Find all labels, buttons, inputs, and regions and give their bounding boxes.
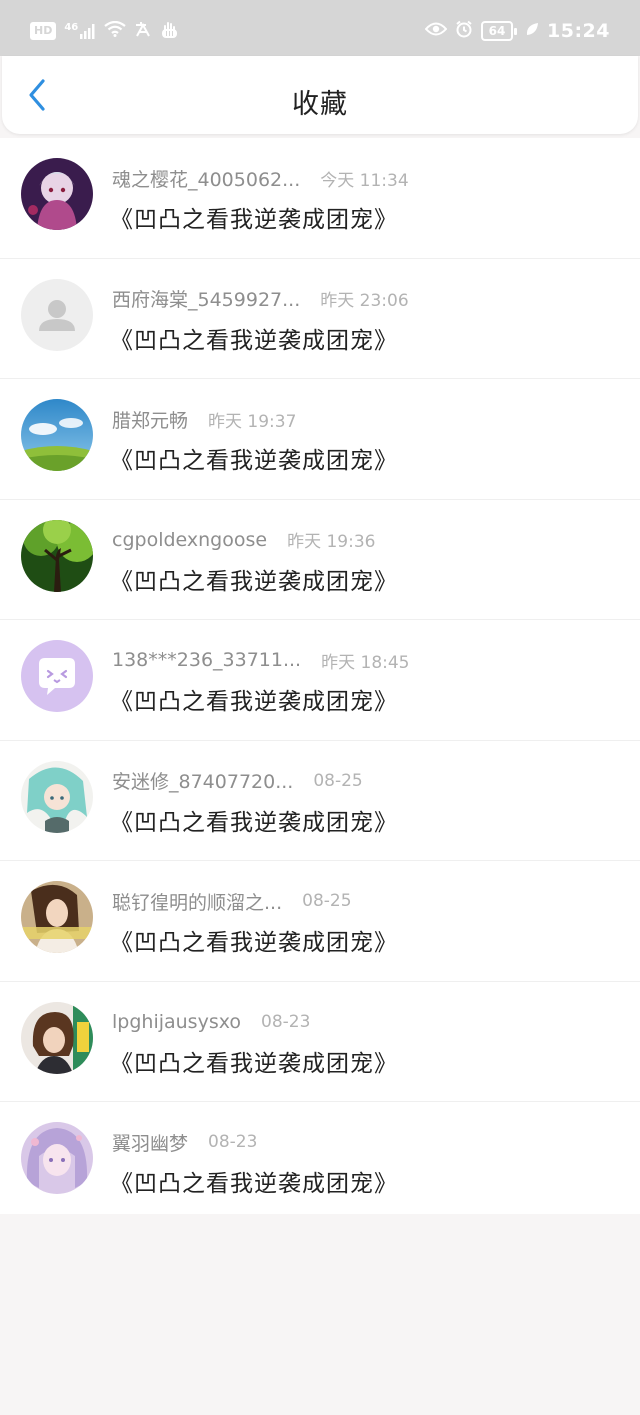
timestamp: 昨天 23:06	[320, 291, 409, 311]
avatar[interactable]	[21, 278, 93, 351]
avatar[interactable]	[21, 1122, 93, 1194]
list-item[interactable]: lpghijausysxo 08-23 《凹凸之看我逆袭成团宠》	[0, 982, 640, 1102]
leaf-icon	[525, 21, 539, 41]
avatar[interactable]	[21, 1001, 93, 1074]
username[interactable]: lpghijausysxo	[112, 1011, 241, 1033]
username[interactable]: 聪钌徨明的顺溜之...	[112, 888, 282, 915]
status-right-icons: 64 15:24	[424, 20, 610, 42]
timestamp: 今天 11:34	[320, 170, 409, 191]
book-title[interactable]: 《凹凸之看我逆袭成团宠》	[110, 562, 398, 596]
clock: 15:24	[547, 20, 610, 42]
page-title: 收藏	[292, 89, 348, 120]
list-item[interactable]: cgpoldexngoose 昨天 19:36 《凹凸之看我逆袭成团宠》	[0, 500, 640, 620]
timestamp: 08-25	[313, 770, 363, 791]
timestamp: 昨天 18:45	[321, 652, 410, 673]
battery-icon: 64	[481, 21, 518, 41]
book-title[interactable]: 《凹凸之看我逆袭成团宠》	[110, 1044, 398, 1078]
avatar[interactable]	[21, 399, 93, 471]
username[interactable]: 腊郑元畅	[112, 406, 188, 433]
username[interactable]: 西府海棠_5459927...	[112, 285, 300, 312]
status-bar: HD 46 64 15:24	[0, 0, 640, 56]
timestamp: 08-25	[302, 891, 352, 911]
eye-icon	[424, 21, 448, 41]
book-title[interactable]: 《凹凸之看我逆袭成团宠》	[110, 441, 398, 475]
header-bar: 收藏	[2, 56, 638, 134]
username[interactable]: 安迷修_87407720...	[112, 767, 293, 794]
book-title[interactable]: 《凹凸之看我逆袭成团宠》	[110, 1164, 398, 1198]
list-item[interactable]: 安迷修_87407720... 08-25 《凹凸之看我逆袭成团宠》	[0, 741, 640, 861]
username[interactable]: 翼羽幽梦	[112, 1129, 188, 1156]
book-title[interactable]: 《凹凸之看我逆袭成团宠》	[110, 321, 398, 355]
username[interactable]: 魂之樱花_4005062...	[112, 165, 300, 192]
status-left-icons: HD 46	[30, 20, 178, 42]
battery-level: 64	[481, 21, 514, 41]
avatar[interactable]	[21, 640, 93, 712]
translate-icon	[134, 21, 152, 41]
avatar[interactable]	[21, 158, 93, 230]
book-title[interactable]: 《凹凸之看我逆袭成团宠》	[110, 682, 398, 716]
username[interactable]: cgpoldexngoose	[112, 529, 267, 551]
favorites-list: 魂之樱花_4005062... 今天 11:34 《凹凸之看我逆袭成团宠》 西府…	[0, 138, 640, 1214]
list-item[interactable]: 腊郑元畅 昨天 19:37 《凹凸之看我逆袭成团宠》	[0, 379, 640, 500]
book-title[interactable]: 《凹凸之看我逆袭成团宠》	[110, 803, 398, 837]
timestamp: 昨天 19:36	[287, 532, 376, 552]
list-item[interactable]: 西府海棠_5459927... 昨天 23:06 《凹凸之看我逆袭成团宠》	[0, 259, 640, 379]
alarm-icon	[455, 20, 473, 42]
book-title[interactable]: 《凹凸之看我逆袭成团宠》	[110, 923, 398, 957]
avatar[interactable]	[21, 760, 93, 833]
book-title[interactable]: 《凹凸之看我逆袭成团宠》	[110, 200, 398, 234]
hd-indicator: HD	[30, 22, 57, 40]
hand-icon	[160, 20, 178, 42]
list-item[interactable]: 聪钌徨明的顺溜之... 08-25 《凹凸之看我逆袭成团宠》	[0, 861, 640, 982]
timestamp: 昨天 19:37	[208, 411, 297, 432]
wifi-icon	[104, 20, 126, 41]
avatar[interactable]	[21, 881, 93, 953]
list-item[interactable]: 翼羽幽梦 08-23 《凹凸之看我逆袭成团宠》	[0, 1102, 640, 1222]
list-item[interactable]: 138***236_33711... 昨天 18:45 《凹凸之看我逆袭成团宠》	[0, 620, 640, 741]
timestamp: 08-23	[261, 1011, 311, 1032]
timestamp: 08-23	[208, 1132, 258, 1152]
avatar[interactable]	[21, 519, 93, 592]
username[interactable]: 138***236_33711...	[112, 649, 301, 671]
signal-icon: 46	[64, 22, 96, 39]
list-item[interactable]: 魂之樱花_4005062... 今天 11:34 《凹凸之看我逆袭成团宠》	[0, 138, 640, 259]
